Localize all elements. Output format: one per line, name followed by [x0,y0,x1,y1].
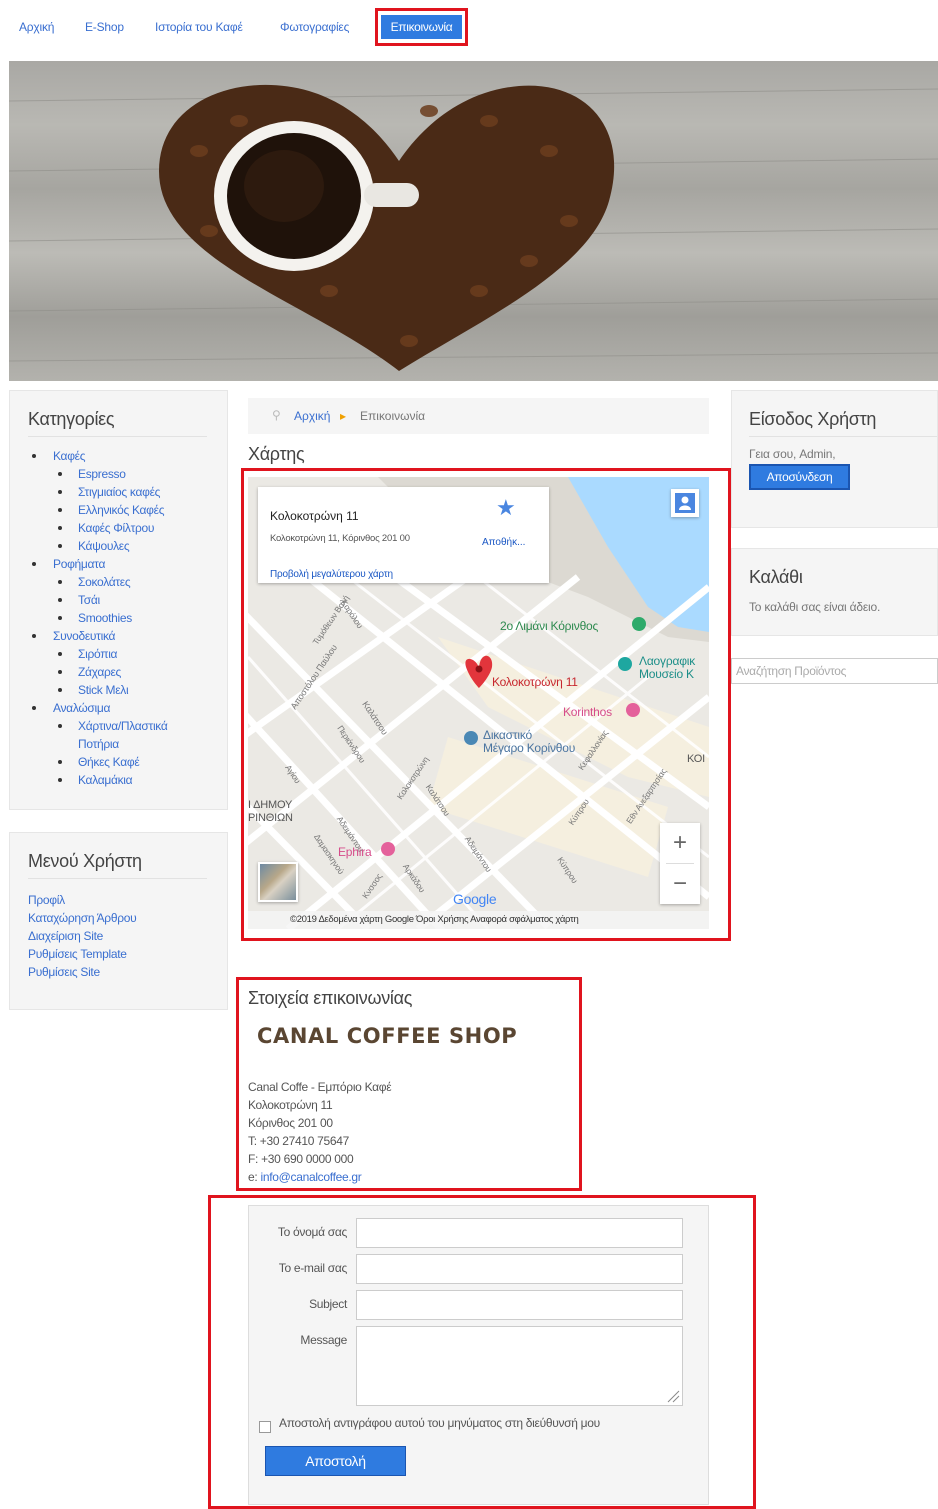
nav-coffee-history[interactable]: Ιστορία του Καφέ [155,20,243,34]
nav-home[interactable]: Αρχική [19,20,54,34]
user-menu-site-admin[interactable]: Διαχείριση Site [28,927,227,945]
categories-panel: Κατηγορίες Καφές Espresso Στιγμιαίος καφ… [9,390,228,810]
category-honey-stick[interactable]: Stick Μελι [28,681,227,699]
breadcrumb: ⚲ Αρχική ▸ Επικοινωνία [248,398,709,434]
user-menu-submit-article[interactable]: Καταχώρηση Άρθρου [28,909,227,927]
user-menu-divider [28,878,207,879]
login-title: Είσοδος Χρήστη [749,409,877,429]
cart-panel: Καλάθι Το καλάθι σας είναι άδειο. [731,548,938,636]
user-menu-site-settings[interactable]: Ρυθμίσεις Site [28,963,227,981]
category-capsules[interactable]: Κάψουλες [28,537,227,555]
user-menu-links: Προφίλ Καταχώρηση Άρθρου Διαχείριση Site… [28,891,227,981]
category-drinks[interactable]: Ροφήματα [28,555,227,573]
categories-divider [28,436,207,437]
category-smoothies[interactable]: Smoothies [28,609,227,627]
category-straws[interactable]: Καλαμάκια [28,771,227,789]
user-menu-title: Μενού Χρήστη [28,851,142,871]
form-highlight-box [208,1195,756,1509]
nav-eshop[interactable]: E-Shop [85,20,124,34]
nav-photos[interactable]: Φωτογραφίες [280,20,349,34]
category-tea[interactable]: Τσάι [28,591,227,609]
login-greeting: Γεια σου, Admin, [749,447,836,461]
category-syrups[interactable]: Σιρόπια [28,645,227,663]
category-coffee[interactable]: Καφές [28,447,227,465]
location-pin-icon: ⚲ [272,408,281,422]
cart-empty-text: Το καλάθι σας είναι άδειο. [749,600,881,614]
category-instant-coffee[interactable]: Στιγμιαίος καφές [28,483,227,501]
user-menu-panel: Μενού Χρήστη Προφίλ Καταχώρηση Άρθρου Δι… [9,832,228,1010]
categories-title: Κατηγορίες [28,409,115,429]
contact-highlight-box [236,977,582,1191]
login-panel: Είσοδος Χρήστη Γεια σου, Admin, Αποσύνδε… [731,390,938,528]
product-search-input[interactable]: Αναζήτηση Προϊόντος [731,658,938,684]
category-paper-plastic-cups[interactable]: Χάρτινα/Πλαστικά Ποτήρια [28,717,227,753]
breadcrumb-separator-icon: ▸ [340,409,347,423]
user-menu-template-settings[interactable]: Ρυθμίσεις Template [28,945,227,963]
breadcrumb-current: Επικοινωνία [360,409,426,423]
hero-coffee-heart-image [9,84,938,371]
category-coffee-cases[interactable]: Θήκες Καφέ [28,753,227,771]
category-espresso[interactable]: Espresso [28,465,227,483]
categories-list: Καφές Espresso Στιγμιαίος καφές Ελληνικό… [28,447,227,789]
category-consumables[interactable]: Αναλώσιμα [28,699,227,717]
category-sugars[interactable]: Ζάχαρες [28,663,227,681]
category-greek-coffee[interactable]: Ελληνικός Καφές [28,501,227,519]
nav-contact-highlight: Επικοινωνία [375,8,468,46]
category-filter-coffee[interactable]: Καφές Φίλτρου [28,519,227,537]
user-menu-profile[interactable]: Προφίλ [28,891,227,909]
nav-contact[interactable]: Επικοινωνία [381,15,462,39]
hero-banner [9,61,938,381]
category-chocolates[interactable]: Σοκολάτες [28,573,227,591]
category-accompaniments[interactable]: Συνοδευτικά [28,627,227,645]
breadcrumb-home[interactable]: Αρχική [294,409,330,423]
map-highlight-box [241,468,731,941]
top-navigation: Αρχική E-Shop Ιστορία του Καφέ Φωτογραφί… [0,0,938,56]
logout-button[interactable]: Αποσύνδεση [749,464,850,490]
login-divider [749,436,937,437]
map-title: Χάρτης [248,444,305,464]
cart-title: Καλάθι [749,567,803,587]
